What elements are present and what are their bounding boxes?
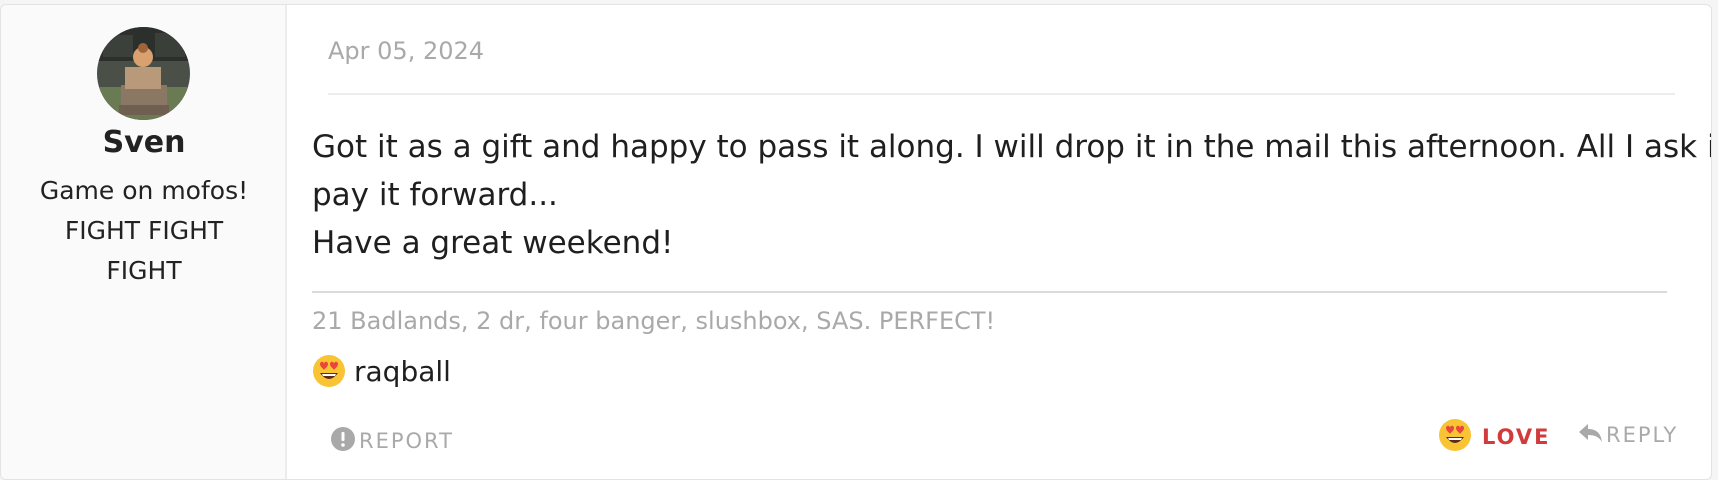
love-button[interactable]: LOVE — [1438, 418, 1551, 456]
love-label: LOVE — [1482, 425, 1551, 449]
reply-button[interactable]: REPLY — [1578, 422, 1678, 448]
signature-divider — [312, 291, 1667, 293]
heart-eyes-emoji-icon — [312, 354, 346, 388]
reactor-name[interactable]: raqball — [354, 355, 451, 388]
reactions-bar[interactable]: raqball — [312, 351, 451, 391]
author-name[interactable]: Sven — [1, 125, 287, 160]
message-line: Got it as a gift and happy to pass it al… — [312, 129, 1712, 165]
avatar-photo — [97, 27, 190, 120]
message-line: pay it forward... — [312, 177, 558, 213]
report-label: REPORT — [359, 429, 454, 453]
report-button[interactable]: REPORT — [331, 427, 454, 455]
author-panel: Sven Game on mofos! FIGHT FIGHT FIGHT — [1, 5, 287, 479]
author-title: Game on mofos! FIGHT FIGHT FIGHT — [39, 176, 249, 285]
avatar[interactable] — [97, 27, 190, 120]
forum-post: Sven Game on mofos! FIGHT FIGHT FIGHT Ap… — [0, 4, 1712, 480]
post-message: Got it as a gift and happy to pass it al… — [312, 123, 1712, 267]
reply-label: REPLY — [1606, 423, 1679, 447]
signature: 21 Badlands, 2 dr, four banger, slushbox… — [312, 307, 996, 335]
reply-arrow-icon — [1578, 422, 1604, 448]
heart-eyes-emoji-icon — [1438, 418, 1472, 456]
divider — [328, 93, 1675, 95]
post-date[interactable]: Apr 05, 2024 — [328, 37, 484, 65]
message-line: Have a great weekend! — [312, 225, 674, 261]
exclamation-icon — [331, 427, 355, 455]
